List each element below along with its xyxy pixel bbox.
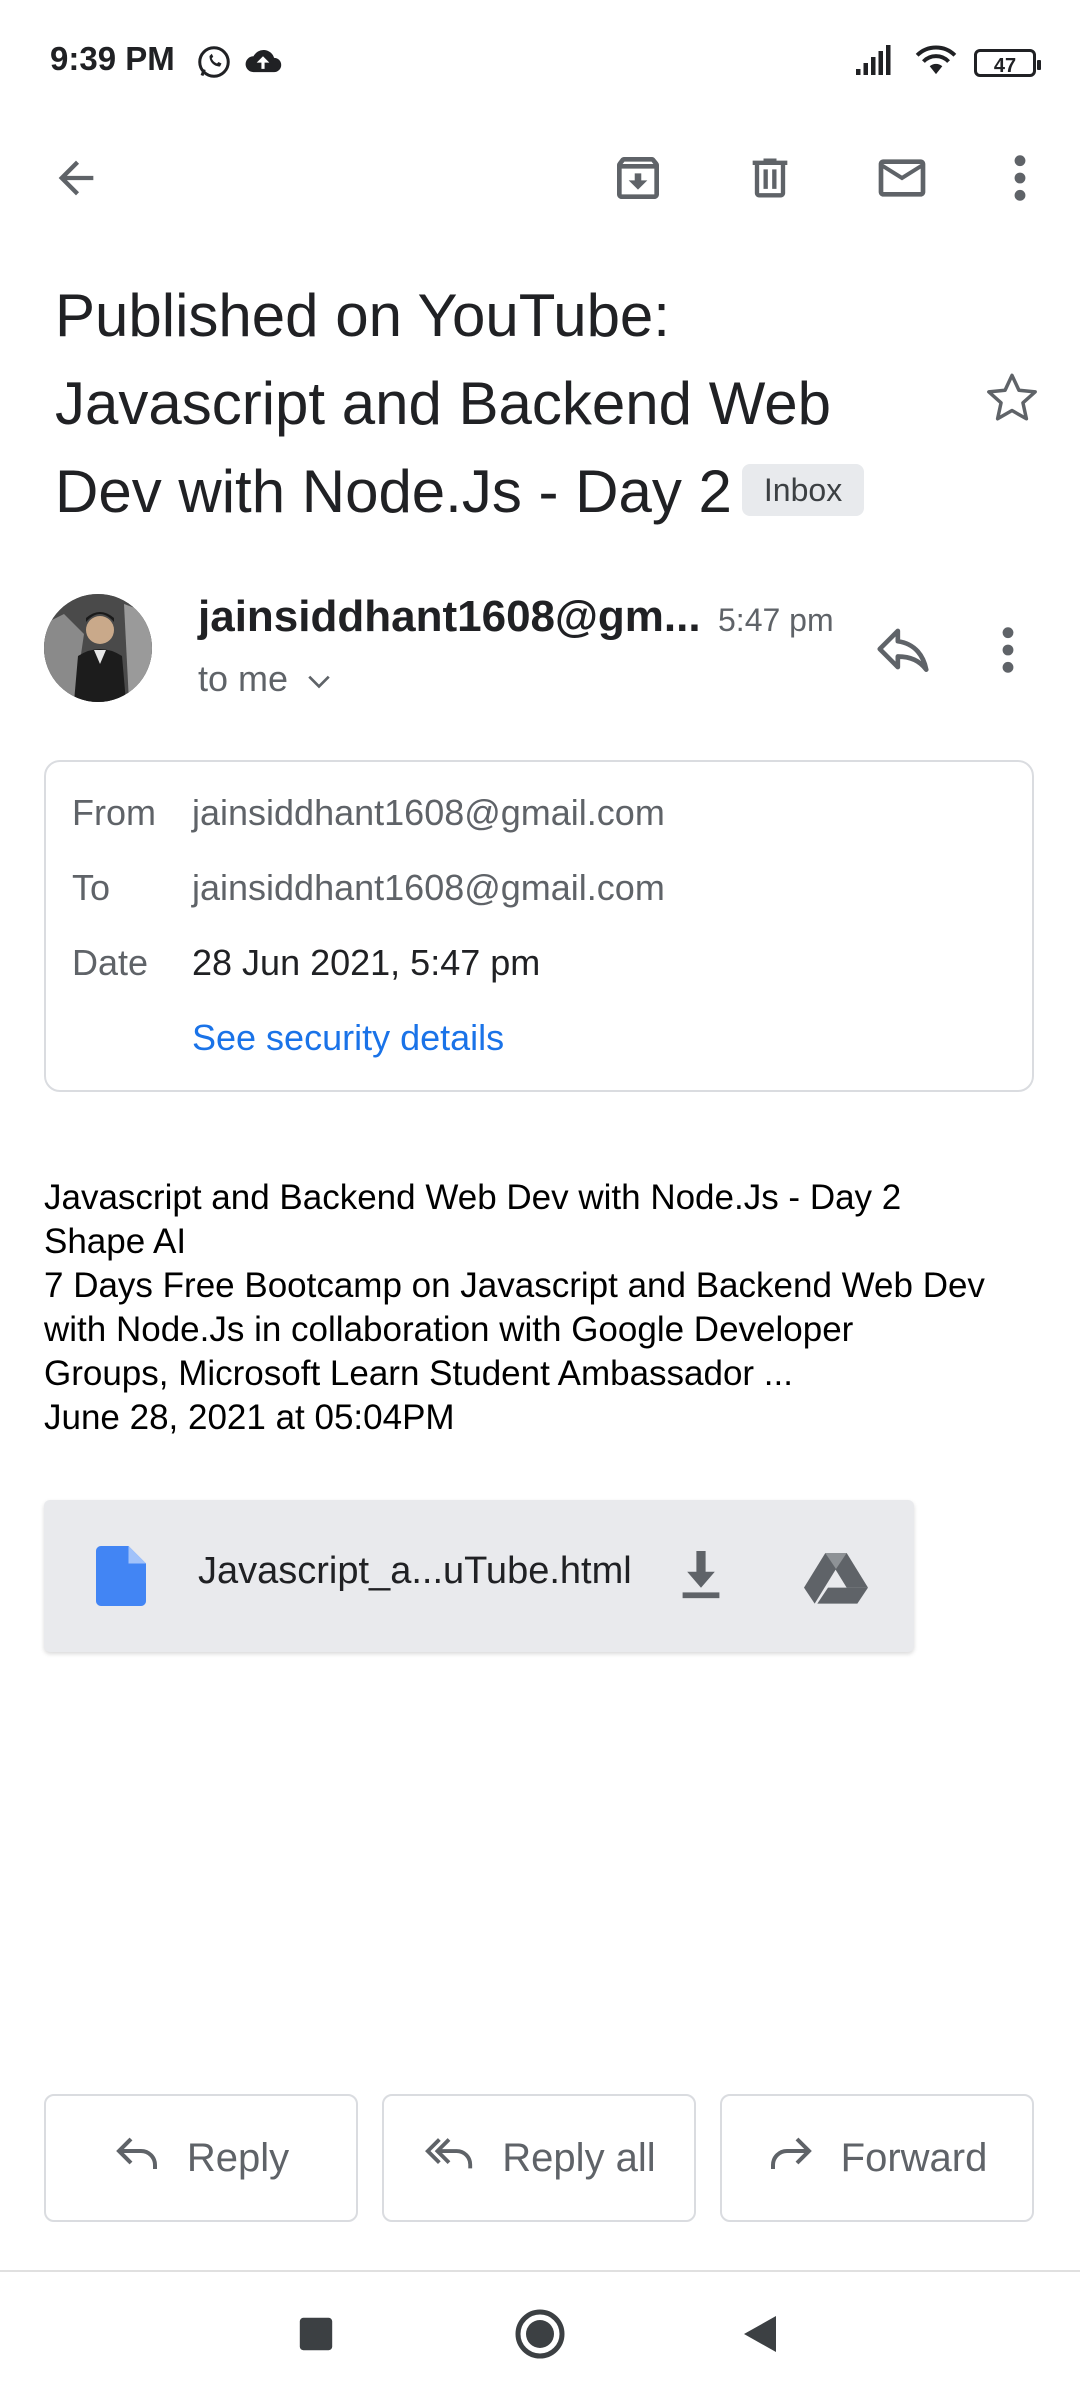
- body-line: Javascript and Backend Web Dev with Node…: [44, 1178, 902, 1217]
- date-label: Date: [72, 942, 149, 983]
- sender-avatar[interactable]: [44, 594, 152, 702]
- subject-line: Javascript and Backend Web: [55, 370, 831, 437]
- message-more-options-icon[interactable]: [990, 616, 1048, 686]
- subject-line: Dev with Node.Js - Day 2: [55, 458, 732, 525]
- cloud-upload-icon: [244, 46, 282, 81]
- email-details-panel: From jainsiddhant1608@gmail.com To jains…: [44, 760, 1034, 1092]
- email-time: 5:47 pm: [718, 602, 834, 638]
- recents-nav-icon[interactable]: [298, 2316, 334, 2357]
- back-arrow-icon[interactable]: [44, 146, 108, 210]
- forward-button[interactable]: Forward: [720, 2094, 1034, 2222]
- sender-name[interactable]: jainsiddhant1608@gm...: [198, 592, 701, 642]
- home-nav-icon[interactable]: [514, 2308, 566, 2365]
- to-value: jainsiddhant1608@gmail.com: [192, 867, 665, 908]
- body-line: Shape AI: [44, 1222, 187, 1261]
- reply-button[interactable]: Reply: [44, 2094, 358, 2222]
- save-to-drive-icon[interactable]: [804, 1550, 868, 1609]
- back-nav-icon[interactable]: [742, 2314, 778, 2359]
- forward-icon: [767, 2133, 815, 2183]
- subject-line: Published on YouTube:: [55, 282, 670, 349]
- wifi-icon: [914, 44, 958, 81]
- from-value: jainsiddhant1608@gmail.com: [192, 792, 665, 833]
- battery-indicator: 47: [974, 48, 1041, 77]
- to-me-label: to me: [198, 658, 289, 699]
- body-line: with Node.Js in collaboration with Googl…: [44, 1310, 854, 1349]
- chevron-down-icon: [306, 658, 332, 700]
- more-options-icon[interactable]: [988, 146, 1052, 210]
- file-icon: [96, 1546, 146, 1611]
- reply-icon[interactable]: [872, 618, 940, 686]
- reply-all-icon: [422, 2133, 476, 2183]
- delete-icon[interactable]: [738, 146, 802, 210]
- reply-all-button[interactable]: Reply all: [382, 2094, 696, 2222]
- email-body: Javascript and Backend Web Dev with Node…: [44, 1176, 1044, 1440]
- body-line: Groups, Microsoft Learn Student Ambassad…: [44, 1354, 793, 1393]
- subject-line-with-label: Dev with Node.Js - Day 2 Inbox: [55, 448, 935, 536]
- reply-icon: [113, 2133, 161, 2183]
- inbox-label-chip[interactable]: Inbox: [741, 464, 865, 517]
- forward-button-label: Forward: [840, 2135, 988, 2180]
- security-details-link[interactable]: See security details: [192, 1017, 504, 1059]
- reply-button-label: Reply: [186, 2135, 290, 2180]
- body-line: 7 Days Free Bootcamp on Javascript and B…: [44, 1266, 985, 1305]
- email-subject: Published on YouTube: Javascript and Bac…: [55, 272, 935, 536]
- star-icon[interactable]: [980, 366, 1044, 430]
- download-icon[interactable]: [678, 1546, 724, 1607]
- body-line: June 28, 2021 at 05:04PM: [44, 1398, 455, 1437]
- status-time: 9:39 PM: [50, 40, 175, 77]
- nav-divider: [0, 2270, 1080, 2272]
- attachment-card[interactable]: Javascript_a...uTube.html: [44, 1500, 914, 1652]
- mail-unread-icon[interactable]: [870, 146, 934, 210]
- whatsapp-icon: [196, 44, 232, 85]
- to-label: To: [72, 867, 111, 908]
- reply-all-button-label: Reply all: [502, 2135, 656, 2180]
- date-value: 28 Jun 2021, 5:47 pm: [192, 942, 541, 983]
- recipients-toggle[interactable]: to me: [198, 658, 332, 700]
- attachment-name: Javascript_a...uTube.html: [198, 1550, 632, 1592]
- signal-icon: [856, 45, 898, 80]
- status-icons: 47: [856, 44, 1041, 81]
- from-label: From: [72, 792, 156, 833]
- archive-icon[interactable]: [606, 146, 670, 210]
